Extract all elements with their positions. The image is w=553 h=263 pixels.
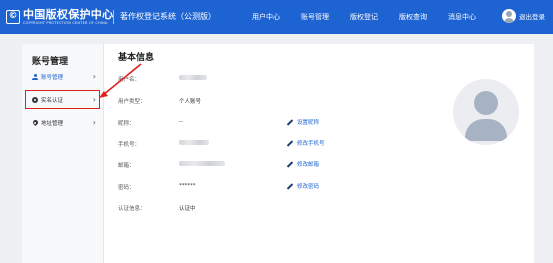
email-label: 邮箱： bbox=[118, 163, 135, 169]
nav-user-center[interactable]: 用户中心 bbox=[252, 12, 280, 22]
sidebar: 账号管理 账号管理 › 实名认证 › 地址管理 › bbox=[22, 44, 104, 263]
top-navigation-bar: © 中国版权保护中心 COPYRIGHT PROTECTION CENTER O… bbox=[0, 0, 553, 34]
pencil-icon bbox=[287, 183, 293, 189]
password-label: 密码： bbox=[118, 185, 135, 191]
chevron-right-icon: › bbox=[92, 118, 96, 127]
username-value-redacted bbox=[179, 75, 207, 80]
change-phone-link[interactable]: 修改手机号 bbox=[287, 139, 325, 147]
highlight-annotation-box bbox=[25, 90, 100, 109]
sidebar-title: 账号管理 bbox=[32, 57, 69, 67]
person-icon bbox=[32, 74, 38, 80]
system-name: 著作权登记系统（公测版） bbox=[120, 12, 216, 21]
logout-label: 退出登录 bbox=[519, 13, 545, 21]
sidebar-item-label: 账号管理 bbox=[41, 75, 64, 81]
avatar-body-shape bbox=[465, 119, 507, 141]
auth-info-label: 认证信息： bbox=[118, 206, 146, 212]
chevron-right-icon: › bbox=[92, 72, 96, 81]
change-password-link[interactable]: 修改密码 bbox=[287, 182, 319, 190]
set-nickname-link[interactable]: 设置昵称 bbox=[287, 118, 319, 126]
logout-button[interactable]: 退出登录 bbox=[502, 9, 545, 23]
nav-message-center[interactable]: 消息中心 bbox=[448, 12, 476, 22]
username-label: 用户名： bbox=[118, 77, 141, 83]
logo-divider bbox=[113, 10, 114, 24]
nav-copyright-registration[interactable]: 版权登记 bbox=[350, 12, 378, 22]
auth-info-value: 认证中 bbox=[179, 206, 196, 212]
site-logo[interactable]: © 中国版权保护中心 COPYRIGHT PROTECTION CENTER O… bbox=[6, 6, 113, 28]
pencil-icon bbox=[287, 140, 293, 146]
email-value-redacted bbox=[179, 161, 225, 166]
logo-title: 中国版权保护中心 bbox=[23, 7, 114, 21]
page-title: 基本信息 bbox=[118, 53, 155, 63]
sidebar-item-account[interactable]: 账号管理 › bbox=[22, 68, 104, 86]
password-value: ****** bbox=[179, 183, 196, 189]
nickname-label: 昵称： bbox=[118, 121, 135, 127]
phone-value-redacted bbox=[179, 140, 209, 145]
nickname-value: -- bbox=[179, 119, 183, 125]
change-email-link[interactable]: 修改邮箱 bbox=[287, 160, 319, 168]
user-avatar-icon bbox=[502, 9, 516, 23]
user-type-value: 个人账号 bbox=[179, 99, 202, 105]
nav-copyright-query[interactable]: 版权查询 bbox=[399, 12, 427, 22]
pencil-icon bbox=[287, 161, 293, 167]
sidebar-item-label: 地址管理 bbox=[41, 121, 64, 127]
pencil-icon bbox=[287, 119, 293, 125]
logo-subtitle: COPYRIGHT PROTECTION CENTER OF CHINA bbox=[23, 20, 108, 25]
phone-label: 手机号： bbox=[118, 142, 141, 148]
copyright-logo-icon: © bbox=[6, 10, 20, 24]
basic-info-panel: 基本信息 用户名： 用户类型： 个人账号 昵称： -- 设置昵称 手机号： 修改… bbox=[104, 44, 534, 263]
avatar-head-shape bbox=[474, 91, 498, 115]
sidebar-item-address[interactable]: 地址管理 › bbox=[22, 114, 104, 132]
location-pin-icon bbox=[32, 120, 38, 126]
profile-avatar[interactable] bbox=[453, 79, 519, 145]
user-type-label: 用户类型： bbox=[118, 99, 146, 105]
nav-account-management[interactable]: 账号管理 bbox=[301, 12, 329, 22]
